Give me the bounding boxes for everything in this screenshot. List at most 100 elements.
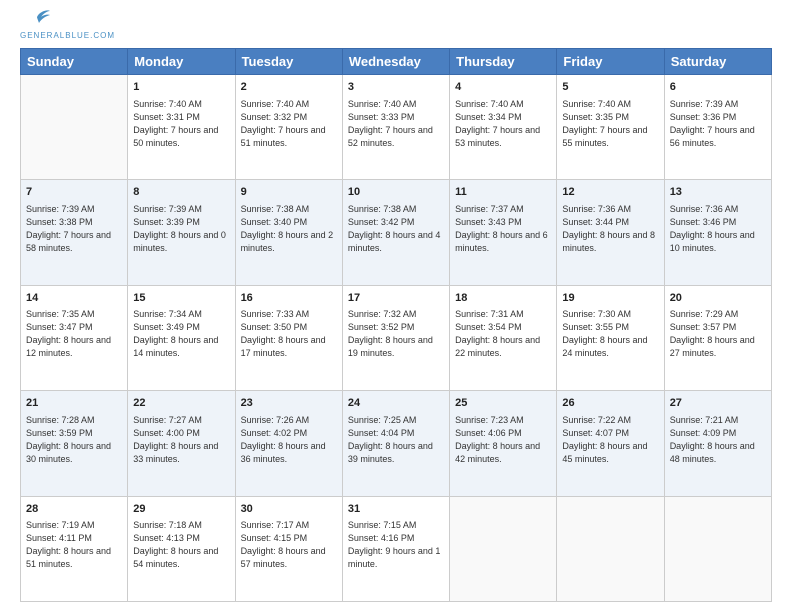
sunrise-text: Sunrise: 7:37 AM	[455, 203, 551, 216]
daylight-text: Daylight: 8 hours and 19 minutes.	[348, 334, 444, 360]
day-info: Sunrise: 7:23 AMSunset: 4:06 PMDaylight:…	[455, 414, 551, 466]
daylight-text: Daylight: 8 hours and 48 minutes.	[670, 440, 766, 466]
day-info: Sunrise: 7:36 AMSunset: 3:46 PMDaylight:…	[670, 203, 766, 255]
sunset-text: Sunset: 3:33 PM	[348, 111, 444, 124]
sunrise-text: Sunrise: 7:32 AM	[348, 308, 444, 321]
sunrise-text: Sunrise: 7:19 AM	[26, 519, 122, 532]
header-row: SundayMondayTuesdayWednesdayThursdayFrid…	[21, 49, 772, 75]
daylight-text: Daylight: 8 hours and 54 minutes.	[133, 545, 229, 571]
day-info: Sunrise: 7:26 AMSunset: 4:02 PMDaylight:…	[241, 414, 337, 466]
day-info: Sunrise: 7:39 AMSunset: 3:39 PMDaylight:…	[133, 203, 229, 255]
week-row-4: 21 Sunrise: 7:28 AMSunset: 3:59 PMDayligh…	[21, 391, 772, 496]
header-day-tuesday: Tuesday	[235, 49, 342, 75]
day-number: 2	[241, 79, 337, 96]
daylight-text: Daylight: 8 hours and 24 minutes.	[562, 334, 658, 360]
calendar-cell	[450, 496, 557, 601]
day-number: 26	[562, 395, 658, 412]
sunrise-text: Sunrise: 7:38 AM	[241, 203, 337, 216]
daylight-text: Daylight: 8 hours and 12 minutes.	[26, 334, 122, 360]
sunset-text: Sunset: 3:40 PM	[241, 216, 337, 229]
sunset-text: Sunset: 4:09 PM	[670, 427, 766, 440]
daylight-text: Daylight: 9 hours and 1 minute.	[348, 545, 444, 571]
day-info: Sunrise: 7:17 AMSunset: 4:15 PMDaylight:…	[241, 519, 337, 571]
day-info: Sunrise: 7:28 AMSunset: 3:59 PMDaylight:…	[26, 414, 122, 466]
calendar-cell: 30Sunrise: 7:17 AMSunset: 4:15 PMDayligh…	[235, 496, 342, 601]
day-info: Sunrise: 7:35 AMSunset: 3:47 PMDaylight:…	[26, 308, 122, 360]
daylight-text: Daylight: 8 hours and 10 minutes.	[670, 229, 766, 255]
sunset-text: Sunset: 3:49 PM	[133, 321, 229, 334]
day-info: Sunrise: 7:30 AMSunset: 3:55 PMDaylight:…	[562, 308, 658, 360]
day-number: 9	[241, 184, 337, 201]
calendar-cell: 10Sunrise: 7:38 AMSunset: 3:42 PMDayligh…	[342, 180, 449, 285]
sunrise-text: Sunrise: 7:29 AM	[670, 308, 766, 321]
day-number: 20	[670, 290, 766, 307]
daylight-text: Daylight: 8 hours and 22 minutes.	[455, 334, 551, 360]
day-number: 21	[26, 395, 122, 412]
sunrise-text: Sunrise: 7:39 AM	[26, 203, 122, 216]
day-number: 23	[241, 395, 337, 412]
day-number: 18	[455, 290, 551, 307]
sunrise-text: Sunrise: 7:26 AM	[241, 414, 337, 427]
sunrise-text: Sunrise: 7:39 AM	[670, 98, 766, 111]
sunrise-text: Sunrise: 7:31 AM	[455, 308, 551, 321]
calendar-cell	[557, 496, 664, 601]
sunset-text: Sunset: 3:50 PM	[241, 321, 337, 334]
day-info: Sunrise: 7:19 AMSunset: 4:11 PMDaylight:…	[26, 519, 122, 571]
day-number: 16	[241, 290, 337, 307]
sunset-text: Sunset: 3:55 PM	[562, 321, 658, 334]
daylight-text: Daylight: 8 hours and 36 minutes.	[241, 440, 337, 466]
sunset-text: Sunset: 4:11 PM	[26, 532, 122, 545]
day-info: Sunrise: 7:22 AMSunset: 4:07 PMDaylight:…	[562, 414, 658, 466]
day-info: Sunrise: 7:39 AMSunset: 3:36 PMDaylight:…	[670, 98, 766, 150]
day-number: 11	[455, 184, 551, 201]
daylight-text: Daylight: 7 hours and 52 minutes.	[348, 124, 444, 150]
calendar-cell: 24Sunrise: 7:25 AMSunset: 4:04 PMDayligh…	[342, 391, 449, 496]
daylight-text: Daylight: 7 hours and 56 minutes.	[670, 124, 766, 150]
day-number: 25	[455, 395, 551, 412]
header-day-saturday: Saturday	[664, 49, 771, 75]
day-info: Sunrise: 7:40 AMSunset: 3:31 PMDaylight:…	[133, 98, 229, 150]
logo-tagline: GENERALBLUE.COM	[20, 31, 115, 40]
daylight-text: Daylight: 8 hours and 6 minutes.	[455, 229, 551, 255]
daylight-text: Daylight: 7 hours and 55 minutes.	[562, 124, 658, 150]
sunrise-text: Sunrise: 7:33 AM	[241, 308, 337, 321]
day-info: Sunrise: 7:40 AMSunset: 3:35 PMDaylight:…	[562, 98, 658, 150]
calendar-cell: 8 Sunrise: 7:39 AMSunset: 3:39 PMDaylight…	[128, 180, 235, 285]
day-number: 22	[133, 395, 229, 412]
day-info: Sunrise: 7:31 AMSunset: 3:54 PMDaylight:…	[455, 308, 551, 360]
sunrise-text: Sunrise: 7:40 AM	[455, 98, 551, 111]
day-number: 4	[455, 79, 551, 96]
day-info: Sunrise: 7:33 AMSunset: 3:50 PMDaylight:…	[241, 308, 337, 360]
day-number: 8	[133, 184, 229, 201]
sunset-text: Sunset: 3:59 PM	[26, 427, 122, 440]
header: GENERALBLUE.COM	[20, 15, 772, 40]
day-info: Sunrise: 7:39 AMSunset: 3:38 PMDaylight:…	[26, 203, 122, 255]
sunrise-text: Sunrise: 7:21 AM	[670, 414, 766, 427]
calendar-cell: 11 Sunrise: 7:37 AMSunset: 3:43 PMDayligh…	[450, 180, 557, 285]
daylight-text: Daylight: 7 hours and 53 minutes.	[455, 124, 551, 150]
sunset-text: Sunset: 4:04 PM	[348, 427, 444, 440]
calendar-cell: 23 Sunrise: 7:26 AMSunset: 4:02 PMDayligh…	[235, 391, 342, 496]
day-number: 24	[348, 395, 444, 412]
daylight-text: Daylight: 8 hours and 14 minutes.	[133, 334, 229, 360]
calendar-cell: 1Sunrise: 7:40 AMSunset: 3:31 PMDaylight…	[128, 75, 235, 180]
daylight-text: Daylight: 8 hours and 8 minutes.	[562, 229, 658, 255]
daylight-text: Daylight: 8 hours and 42 minutes.	[455, 440, 551, 466]
day-info: Sunrise: 7:36 AMSunset: 3:44 PMDaylight:…	[562, 203, 658, 255]
sunset-text: Sunset: 3:43 PM	[455, 216, 551, 229]
logo-bird-icon	[23, 9, 51, 31]
sunset-text: Sunset: 4:13 PM	[133, 532, 229, 545]
sunrise-text: Sunrise: 7:30 AM	[562, 308, 658, 321]
daylight-text: Daylight: 8 hours and 4 minutes.	[348, 229, 444, 255]
sunset-text: Sunset: 3:31 PM	[133, 111, 229, 124]
calendar-cell: 29Sunrise: 7:18 AMSunset: 4:13 PMDayligh…	[128, 496, 235, 601]
week-row-1: 1Sunrise: 7:40 AMSunset: 3:31 PMDaylight…	[21, 75, 772, 180]
daylight-text: Daylight: 8 hours and 30 minutes.	[26, 440, 122, 466]
day-number: 14	[26, 290, 122, 307]
day-number: 3	[348, 79, 444, 96]
calendar-cell: 12Sunrise: 7:36 AMSunset: 3:44 PMDayligh…	[557, 180, 664, 285]
sunrise-text: Sunrise: 7:18 AM	[133, 519, 229, 532]
calendar-cell: 7Sunrise: 7:39 AMSunset: 3:38 PMDaylight…	[21, 180, 128, 285]
page: GENERALBLUE.COM SundayMondayTuesdayWedne…	[0, 0, 792, 612]
calendar-table: SundayMondayTuesdayWednesdayThursdayFrid…	[20, 48, 772, 602]
